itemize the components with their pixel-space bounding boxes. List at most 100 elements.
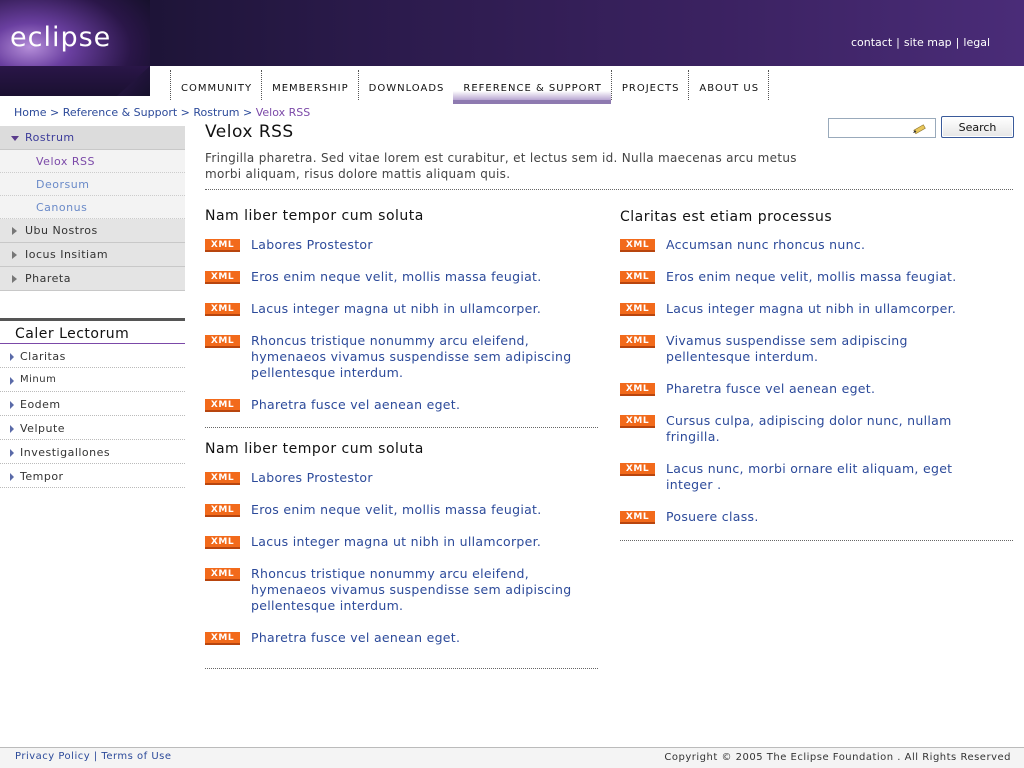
feed-link[interactable]: Accumsan nunc rhoncus nunc. [666,237,865,253]
breadcrumb-reference-support[interactable]: Reference & Support [63,106,177,119]
feed-link[interactable]: Lacus integer magna ut nibh in ullamcorp… [251,534,541,550]
sidebar-item-iocus-insitiam[interactable]: Iocus Insitiam [0,243,185,267]
reader-item-label: Investigallones [20,446,111,459]
feed-link[interactable]: Rhoncus tristique nonummy arcu eleifend,… [251,566,596,614]
feed-link[interactable]: Posuere class. [666,509,759,525]
sidebar-subitem-canonus[interactable]: Canonus [0,196,185,219]
xml-badge[interactable]: XML [205,335,240,348]
site-map-link[interactable]: site map [904,36,952,49]
feed-link[interactable]: Eros enim neque velit, mollis massa feug… [666,269,957,285]
xml-badge[interactable]: XML [205,632,240,645]
tab-community[interactable]: COMMUNITY [170,70,261,100]
feed-link[interactable]: Pharetra fusce vel aenean eget. [666,381,875,397]
tab-about-us[interactable]: ABOUT US [688,70,770,100]
xml-badge[interactable]: XML [620,303,655,316]
feed-link[interactable]: Lacus integer magna ut nibh in ullamcorp… [251,301,541,317]
feed-item[interactable]: XML Eros enim neque velit, mollis massa f… [205,269,600,285]
feed-link[interactable]: Eros enim neque velit, mollis massa feug… [251,502,542,518]
xml-badge[interactable]: XML [620,383,655,396]
reader-item[interactable]: Minum [0,368,185,392]
feed-link[interactable]: Eros enim neque velit, mollis massa feug… [251,269,542,285]
breadcrumb-separator: > [180,106,190,119]
xml-badge[interactable]: XML [205,568,240,581]
footer: Privacy Policy | Terms of Use Copyright … [0,747,1024,768]
privacy-policy-link[interactable]: Privacy Policy [15,751,90,762]
legal-link[interactable]: legal [963,36,990,49]
feed-link[interactable]: Pharetra fusce vel aenean eget. [251,630,460,646]
contact-link[interactable]: contact [851,36,892,49]
tab-reference-support[interactable]: REFERENCE & SUPPORT [453,70,611,104]
search-button[interactable]: Search [941,116,1014,138]
xml-badge[interactable]: XML [620,463,655,476]
sidebar-subitem-velox-rss[interactable]: Velox RSS [0,150,185,173]
reader-item[interactable]: Velpute [0,416,185,440]
breadcrumb-home[interactable]: Home [14,106,46,119]
reader-item[interactable]: Investigallones [0,440,185,464]
feed-link[interactable]: Labores Prostestor [251,237,373,253]
xml-badge[interactable]: XML [205,271,240,284]
tab-projects[interactable]: PROJECTS [610,70,689,100]
sidebar-item-phareta[interactable]: Phareta [0,267,185,291]
xml-badge[interactable]: XML [620,239,655,252]
eclipse-logo[interactable]: eclipse [0,0,150,96]
breadcrumb-rostrum[interactable]: Rostrum [193,106,239,119]
tab-downloads[interactable]: DOWNLOADS [357,70,454,100]
pencil-icon [913,124,926,135]
separator: | [93,751,98,762]
feed-item[interactable]: XML Labores Prostestor [205,470,600,486]
feed-item[interactable]: XML Pharetra fusce vel aenean eget. [620,381,1015,397]
reader-item[interactable]: Tempor [0,464,185,488]
feed-item[interactable]: XML Rhoncus tristique nonummy arcu eleife… [205,566,600,614]
feed-item[interactable]: XML Eros enim neque velit, mollis massa f… [620,269,1015,285]
divider [205,668,598,669]
xml-badge[interactable]: XML [205,239,240,252]
feed-item[interactable]: XML Eros enim neque velit, mollis massa f… [205,502,600,518]
xml-badge[interactable]: XML [620,511,655,524]
reader-item[interactable]: Eodem [0,392,185,416]
terms-of-use-link[interactable]: Terms of Use [101,751,171,762]
reader-item-label: Velpute [20,422,66,435]
separator: | [955,36,960,49]
feed-item[interactable]: XML Lacus integer magna ut nibh in ullamc… [205,301,600,317]
tab-membership[interactable]: MEMBERSHIP [261,70,358,100]
arrow-right-icon [10,449,14,457]
feed-item[interactable]: XML Pharetra fusce vel aenean eget. [205,397,600,413]
section-title: Claritas est etiam processus [620,209,833,225]
feed-item[interactable]: XML Cursus culpa, adipiscing dolor nunc, … [620,413,1015,445]
xml-badge[interactable]: XML [205,399,240,412]
sidebar-item-label: Iocus Insitiam [25,248,109,261]
sidebar-item-rostrum[interactable]: Rostrum [0,126,185,150]
reader-item[interactable]: Claritas [0,344,185,368]
feed-link[interactable]: Lacus nunc, morbi ornare elit aliquam, e… [666,461,976,493]
feed-item[interactable]: XML Pharetra fusce vel aenean eget. [205,630,600,646]
feed-item[interactable]: XML Lacus nunc, morbi ornare elit aliquam… [620,461,1015,493]
feed-link[interactable]: Vivamus suspendisse sem adipiscing pelle… [666,333,966,365]
feed-item[interactable]: XML Rhoncus tristique nonummy arcu eleife… [205,333,600,381]
xml-badge[interactable]: XML [620,415,655,428]
feed-link[interactable]: Cursus culpa, adipiscing dolor nunc, nul… [666,413,971,445]
xml-badge[interactable]: XML [620,271,655,284]
sidebar-item-label: Phareta [25,272,71,285]
xml-badge[interactable]: XML [205,504,240,517]
reader-title: Caler Lectorum [0,318,185,344]
sidebar-item-ubu-nostros[interactable]: Ubu Nostros [0,219,185,243]
feed-link[interactable]: Lacus integer magna ut nibh in ullamcorp… [666,301,956,317]
feed-link[interactable]: Pharetra fusce vel aenean eget. [251,397,460,413]
caret-right-icon [12,275,17,283]
feed-item[interactable]: XML Labores Prostestor [205,237,600,253]
xml-badge[interactable]: XML [620,335,655,348]
feed-link[interactable]: Rhoncus tristique nonummy arcu eleifend,… [251,333,596,381]
feed-item[interactable]: XML Vivamus suspendisse sem adipiscing pe… [620,333,1015,365]
xml-badge[interactable]: XML [205,303,240,316]
caret-right-icon [12,251,17,259]
feed-item[interactable]: XML Accumsan nunc rhoncus nunc. [620,237,1015,253]
caret-right-icon [12,227,17,235]
sidebar-subitem-deorsum[interactable]: Deorsum [0,173,185,196]
xml-badge[interactable]: XML [205,536,240,549]
feed-item[interactable]: XML Lacus integer magna ut nibh in ullamc… [205,534,600,550]
feed-item[interactable]: XML Posuere class. [620,509,1015,525]
feed-link[interactable]: Labores Prostestor [251,470,373,486]
feed-item[interactable]: XML Lacus integer magna ut nibh in ullamc… [620,301,1015,317]
reader-item-label: Claritas [20,350,66,363]
xml-badge[interactable]: XML [205,472,240,485]
